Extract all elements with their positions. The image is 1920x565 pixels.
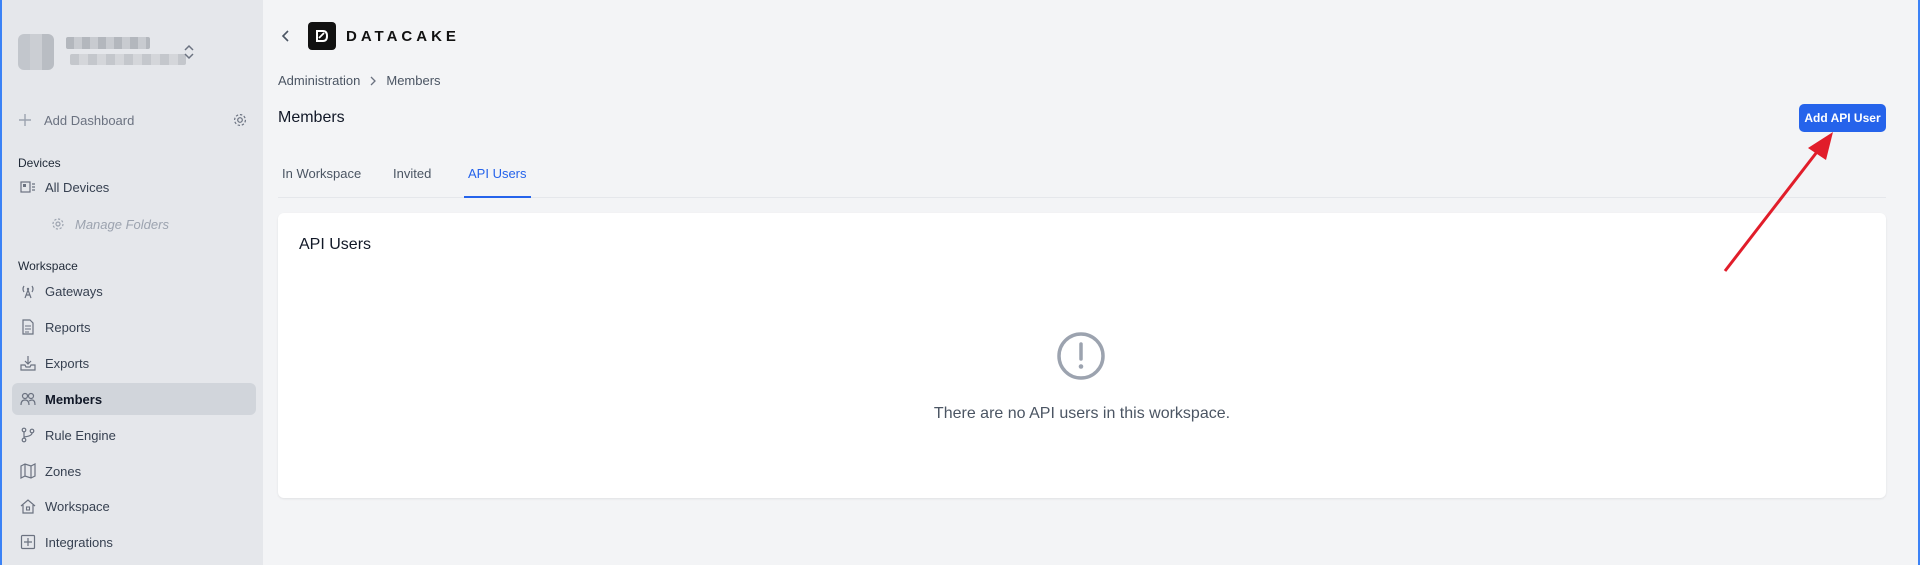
exclamation-circle-icon (1057, 332, 1105, 380)
sidebar-item-label: Manage Folders (75, 216, 169, 232)
sidebar-item-label: Zones (45, 463, 82, 479)
datacake-logo-icon (308, 22, 336, 50)
tab-bar: In Workspace Invited API Users (278, 158, 1886, 198)
chevron-left-icon[interactable] (278, 28, 294, 44)
gear-icon (52, 218, 64, 230)
sidebar-item-manage-folders[interactable]: Manage Folders (42, 208, 242, 240)
section-label-workspace: Workspace (18, 259, 78, 273)
add-dashboard-button[interactable]: Add Dashboard (18, 110, 248, 130)
sidebar-item-zones[interactable]: Zones (12, 455, 256, 487)
sidebar-item-gateways[interactable]: Gateways (12, 275, 256, 307)
breadcrumb-administration[interactable]: Administration (278, 73, 360, 88)
sidebar-item-label: Exports (45, 355, 90, 371)
workspace-name-redacted (66, 37, 150, 49)
building-icon (20, 499, 36, 514)
users-icon (20, 392, 36, 406)
sidebar-item-label: Members (45, 391, 103, 407)
download-tray-icon (20, 356, 36, 371)
breadcrumb: Administration Members (278, 73, 441, 88)
breadcrumb-members[interactable]: Members (386, 73, 440, 88)
sidebar-item-integrations[interactable]: Integrations (12, 526, 256, 558)
empty-state-message: There are no API users in this workspace… (933, 405, 1231, 422)
workspace-avatar (18, 34, 54, 70)
workspace-switcher[interactable] (18, 32, 198, 72)
logo-text: DATACAKE (346, 27, 460, 45)
card-title: API Users (299, 236, 372, 253)
map-icon (20, 463, 36, 479)
sidebar: Add Dashboard Devices All Devices Manage… (2, 0, 263, 565)
workspace-subtitle-redacted (70, 54, 186, 65)
add-dashboard-label: Add Dashboard (44, 112, 135, 128)
plus-square-icon (20, 534, 36, 550)
page-title: Members (278, 109, 345, 126)
sidebar-item-members[interactable]: Members (12, 383, 256, 415)
sidebar-item-label: Reports (45, 319, 91, 335)
sidebar-item-label: Integrations (45, 534, 113, 550)
section-label-devices: Devices (18, 156, 61, 170)
chevron-right-icon (370, 76, 377, 85)
plus-icon (19, 114, 31, 126)
antenna-icon (22, 285, 34, 299)
chevron-up-down-icon (184, 44, 194, 60)
api-users-card: API Users There are no API users in this… (278, 213, 1886, 498)
document-icon (22, 319, 34, 335)
sidebar-item-workspace[interactable]: Workspace (12, 490, 256, 522)
devices-icon (20, 181, 35, 193)
sidebar-item-label: Gateways (45, 283, 103, 299)
sidebar-item-label: All Devices (45, 179, 110, 195)
sidebar-item-rule-engine[interactable]: Rule Engine (12, 419, 256, 451)
tab-in-workspace[interactable]: In Workspace (278, 158, 365, 198)
gear-icon[interactable] (232, 112, 248, 128)
add-api-user-button[interactable]: Add API User (1799, 104, 1886, 132)
sidebar-item-label: Rule Engine (45, 427, 116, 443)
sidebar-item-reports[interactable]: Reports (12, 311, 256, 343)
sidebar-item-exports[interactable]: Exports (12, 347, 256, 379)
top-bar: DATACAKE (278, 22, 460, 50)
tab-invited[interactable]: Invited (389, 158, 435, 198)
tab-api-users[interactable]: API Users (464, 158, 531, 198)
sidebar-item-all-devices[interactable]: All Devices (12, 171, 256, 203)
branch-icon (21, 427, 35, 443)
sidebar-item-label: Workspace (45, 498, 110, 514)
